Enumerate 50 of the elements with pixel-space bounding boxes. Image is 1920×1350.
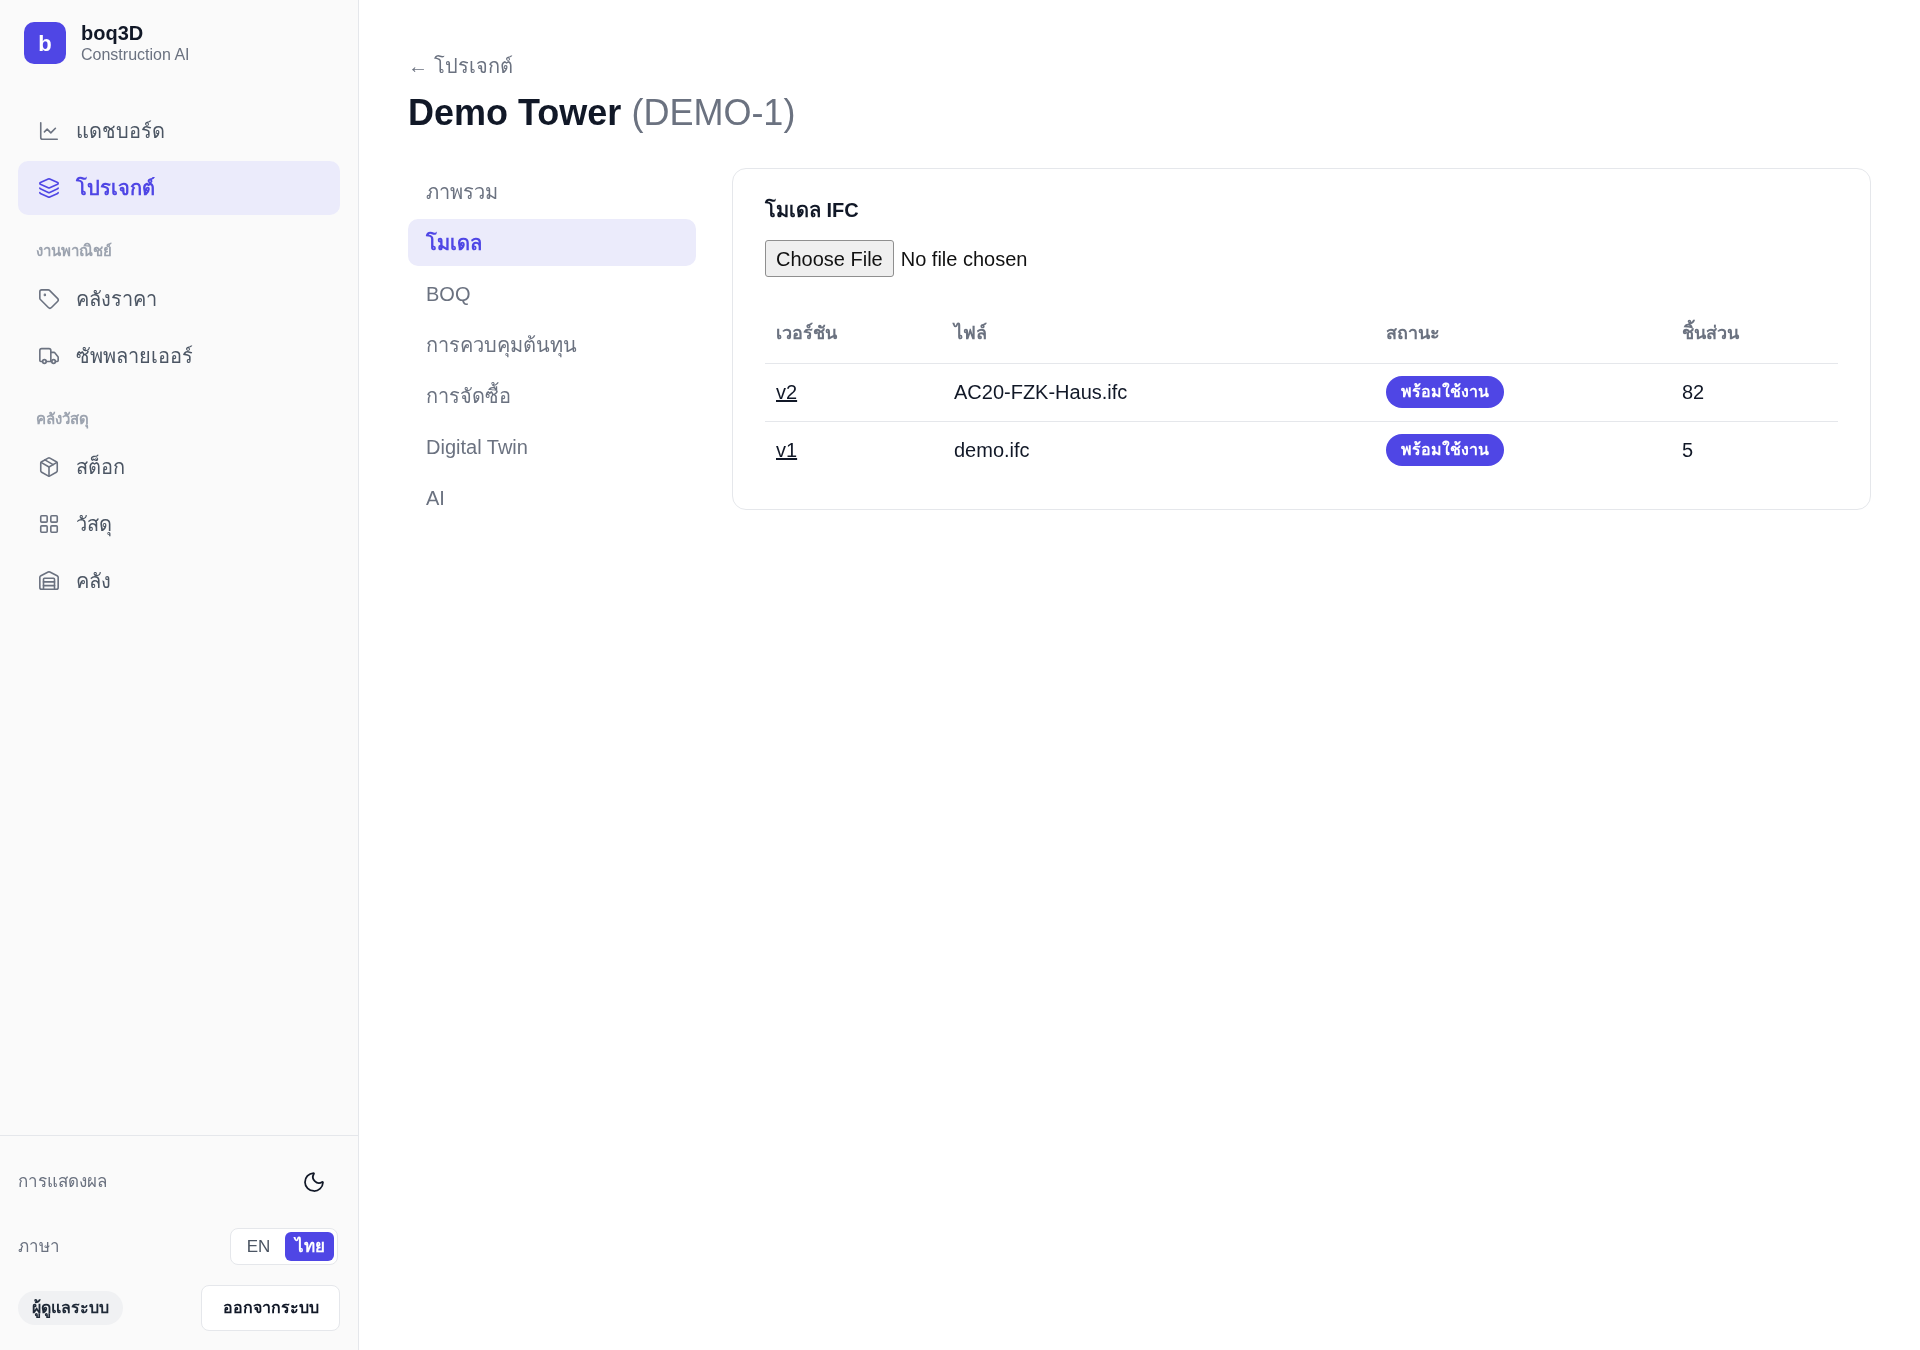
sidebar-nav-item[interactable]: วัสดุ bbox=[18, 497, 340, 551]
truck-icon bbox=[38, 345, 60, 367]
user-role-badge: ผู้ดูแลระบบ bbox=[18, 1291, 123, 1325]
version-link[interactable]: v2 bbox=[776, 381, 798, 403]
brand-name: boq3D bbox=[81, 21, 145, 45]
project-tab[interactable]: BOQ bbox=[408, 270, 696, 317]
box-icon bbox=[38, 456, 60, 478]
parts-count-cell: 82 bbox=[1682, 381, 1705, 403]
version-link[interactable]: v1 bbox=[776, 439, 798, 462]
file-status-text: No file chosen bbox=[900, 246, 1028, 272]
logout-button[interactable]: ออกจากระบบ bbox=[201, 1285, 340, 1331]
sidebar-nav-item[interactable]: แดชบอร์ด bbox=[18, 104, 340, 158]
project-tab[interactable]: AI bbox=[408, 474, 696, 521]
project-tab[interactable]: ภาพรวม bbox=[408, 168, 696, 215]
project-tab[interactable]: การควบคุมต้นทุน bbox=[408, 321, 696, 368]
sidebar-nav-item[interactable]: ซัพพลายเออร์ bbox=[18, 329, 340, 383]
project-code: (DEMO-1) bbox=[631, 92, 796, 133]
logo-tile: b bbox=[24, 22, 66, 64]
file-name-cell: demo.ifc bbox=[954, 439, 1030, 462]
file-name-cell: AC20-FZK-Haus.ifc bbox=[954, 381, 1128, 403]
language-label: ภาษา bbox=[18, 1235, 60, 1258]
sidebar-nav-item[interactable]: คลังราคา bbox=[18, 272, 340, 326]
nav-section-heading: งานพาณิชย์ bbox=[35, 241, 113, 261]
choose-file-button[interactable]: Choose File bbox=[765, 240, 894, 277]
card-title: โมเดล IFC bbox=[765, 197, 859, 223]
column-header: เวอร์ชัน bbox=[776, 323, 837, 344]
brand-tagline: Construction AI bbox=[81, 45, 190, 65]
moon-icon[interactable] bbox=[302, 1170, 326, 1194]
status-badge: พร้อมใช้งาน bbox=[1386, 434, 1504, 467]
nav-section-heading: คลังวัสดุ bbox=[35, 409, 90, 429]
status-badge: พร้อมใช้งาน bbox=[1386, 376, 1504, 408]
column-header: ไฟล์ bbox=[954, 323, 987, 344]
project-tab[interactable]: การจัดซื้อ bbox=[408, 372, 696, 419]
layers-icon bbox=[38, 177, 60, 199]
language-option[interactable]: ไทย bbox=[285, 1232, 334, 1261]
warehouse-icon bbox=[38, 570, 60, 592]
project-tab[interactable]: Digital Twin bbox=[408, 423, 696, 470]
back-link[interactable]: ← โปรเจกต์ bbox=[408, 54, 513, 78]
display-label: การแสดงผล bbox=[18, 1171, 107, 1194]
parts-count-cell: 5 bbox=[1682, 439, 1694, 462]
sidebar-nav-item[interactable]: โปรเจกต์ bbox=[18, 161, 340, 215]
sidebar-nav-item[interactable]: สต็อก bbox=[18, 440, 340, 494]
language-option[interactable]: EN bbox=[234, 1232, 283, 1261]
grid-icon bbox=[38, 513, 60, 535]
column-header: สถานะ bbox=[1386, 323, 1440, 344]
tag-icon bbox=[38, 288, 60, 310]
project-title: Demo Tower bbox=[408, 92, 622, 133]
sidebar-nav-item[interactable]: คลัง bbox=[18, 554, 340, 608]
line-chart-icon bbox=[38, 120, 60, 142]
project-tab[interactable]: โมเดล bbox=[408, 219, 696, 266]
